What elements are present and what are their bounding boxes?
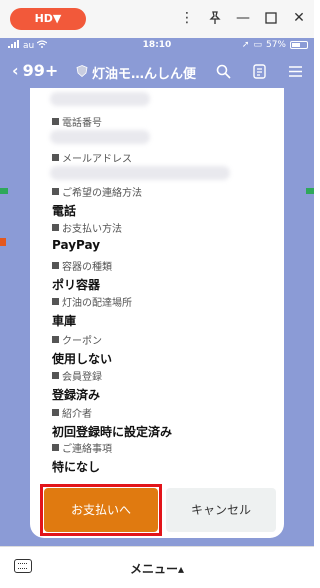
field-email: メールアドレス	[52, 150, 132, 165]
bullet-square-icon	[52, 188, 59, 195]
field-label: 紹介者	[62, 409, 92, 420]
field-payment-method: お支払い方法 PayPay	[52, 220, 122, 252]
battery-percent: 57%	[265, 40, 286, 50]
location-icon: ➚	[241, 40, 250, 50]
back-button[interactable]: ‹ 99+	[12, 61, 58, 80]
action-buttons: お支払いへ キャンセル	[40, 484, 276, 536]
field-label: クーポン	[62, 336, 102, 347]
field-delivery-place: 灯油の配達場所 車庫	[52, 294, 132, 329]
search-icon[interactable]	[214, 62, 232, 80]
chevron-left-icon: ‹	[12, 61, 19, 80]
hd-quality-button[interactable]: HD▼	[10, 8, 86, 30]
field-container-type: 容器の種類 ポリ容器	[52, 258, 112, 293]
minimize-icon[interactable]: —	[234, 9, 252, 27]
bullet-square-icon	[52, 372, 59, 379]
field-value: 電話	[52, 204, 77, 218]
hamburger-menu-icon[interactable]	[286, 62, 304, 80]
cancel-button[interactable]: キャンセル	[166, 488, 276, 532]
bullet-square-icon	[52, 262, 59, 269]
field-label: ご連絡事項	[62, 444, 112, 455]
field-value: 登録済み	[52, 388, 101, 402]
window-controls: ⋮ — ✕	[178, 9, 308, 27]
close-icon[interactable]: ✕	[290, 9, 308, 27]
field-label: メールアドレス	[62, 154, 132, 165]
background-fragment	[0, 238, 6, 246]
bullet-square-icon	[52, 154, 59, 161]
field-label: 灯油の配達場所	[62, 298, 132, 309]
verified-badge-icon	[76, 64, 88, 81]
chat-header: ‹ 99+ 灯油モ…んしん便	[0, 54, 314, 88]
field-label: ご希望の連絡方法	[62, 188, 142, 199]
pin-icon[interactable]	[206, 9, 224, 27]
field-label: 容器の種類	[62, 262, 112, 273]
field-label: 電話番号	[62, 118, 102, 129]
status-bar: au 18:10 ➚ ▭ 57%	[0, 38, 314, 54]
bullet-square-icon	[52, 224, 59, 231]
field-phone: 電話番号	[52, 114, 102, 129]
field-referrer: 紹介者 初回登録時に設定済み	[52, 405, 172, 440]
background-fragment	[0, 188, 8, 194]
menu-toggle[interactable]: メニュー▴	[0, 560, 314, 577]
redacted-email-value	[50, 166, 230, 180]
maximize-icon[interactable]	[262, 9, 280, 27]
chat-title: 灯油モ…んしん便	[76, 63, 196, 82]
field-contact-method: ご希望の連絡方法 電話	[52, 184, 142, 219]
redacted-phone-value	[50, 130, 150, 144]
field-notes: ご連絡事項 特になし	[52, 440, 112, 475]
field-value: PayPay	[52, 238, 101, 252]
window-chrome: HD▼ ⋮ — ✕	[0, 0, 314, 38]
proceed-to-payment-button[interactable]: お支払いへ	[44, 488, 158, 532]
field-value: 使用しない	[52, 352, 113, 366]
bottom-bar: メニュー▴	[0, 546, 314, 588]
bullet-square-icon	[52, 444, 59, 451]
background-fragment	[306, 188, 314, 194]
field-value: ポリ容器	[52, 278, 101, 292]
field-value: 特になし	[52, 460, 101, 474]
bullet-square-icon	[52, 409, 59, 416]
bullet-square-icon	[52, 118, 59, 125]
battery-icon	[290, 41, 308, 49]
field-value: 車庫	[52, 314, 77, 328]
unread-count: 99+	[22, 61, 59, 80]
field-label: お支払い方法	[62, 224, 122, 235]
field-membership: 会員登録 登録済み	[52, 368, 102, 403]
notes-icon[interactable]	[250, 62, 268, 80]
bullet-square-icon	[52, 298, 59, 305]
field-coupon: クーポン 使用しない	[52, 332, 112, 367]
phone-screen: au 18:10 ➚ ▭ 57% ‹ 99+ 灯油モ…んしん便 電話番号 メール…	[0, 38, 314, 588]
chat-title-text: 灯油モ…んしん便	[92, 67, 197, 82]
redacted-text	[50, 92, 150, 106]
screen-icon: ▭	[253, 40, 262, 50]
field-label: 会員登録	[62, 372, 102, 383]
order-confirmation-sheet: 電話番号 メールアドレス ご希望の連絡方法 電話 お支払い方法 PayPay 容…	[30, 88, 284, 538]
more-vertical-icon[interactable]: ⋮	[178, 9, 196, 27]
bullet-square-icon	[52, 336, 59, 343]
field-value: 初回登録時に設定済み	[52, 425, 173, 439]
